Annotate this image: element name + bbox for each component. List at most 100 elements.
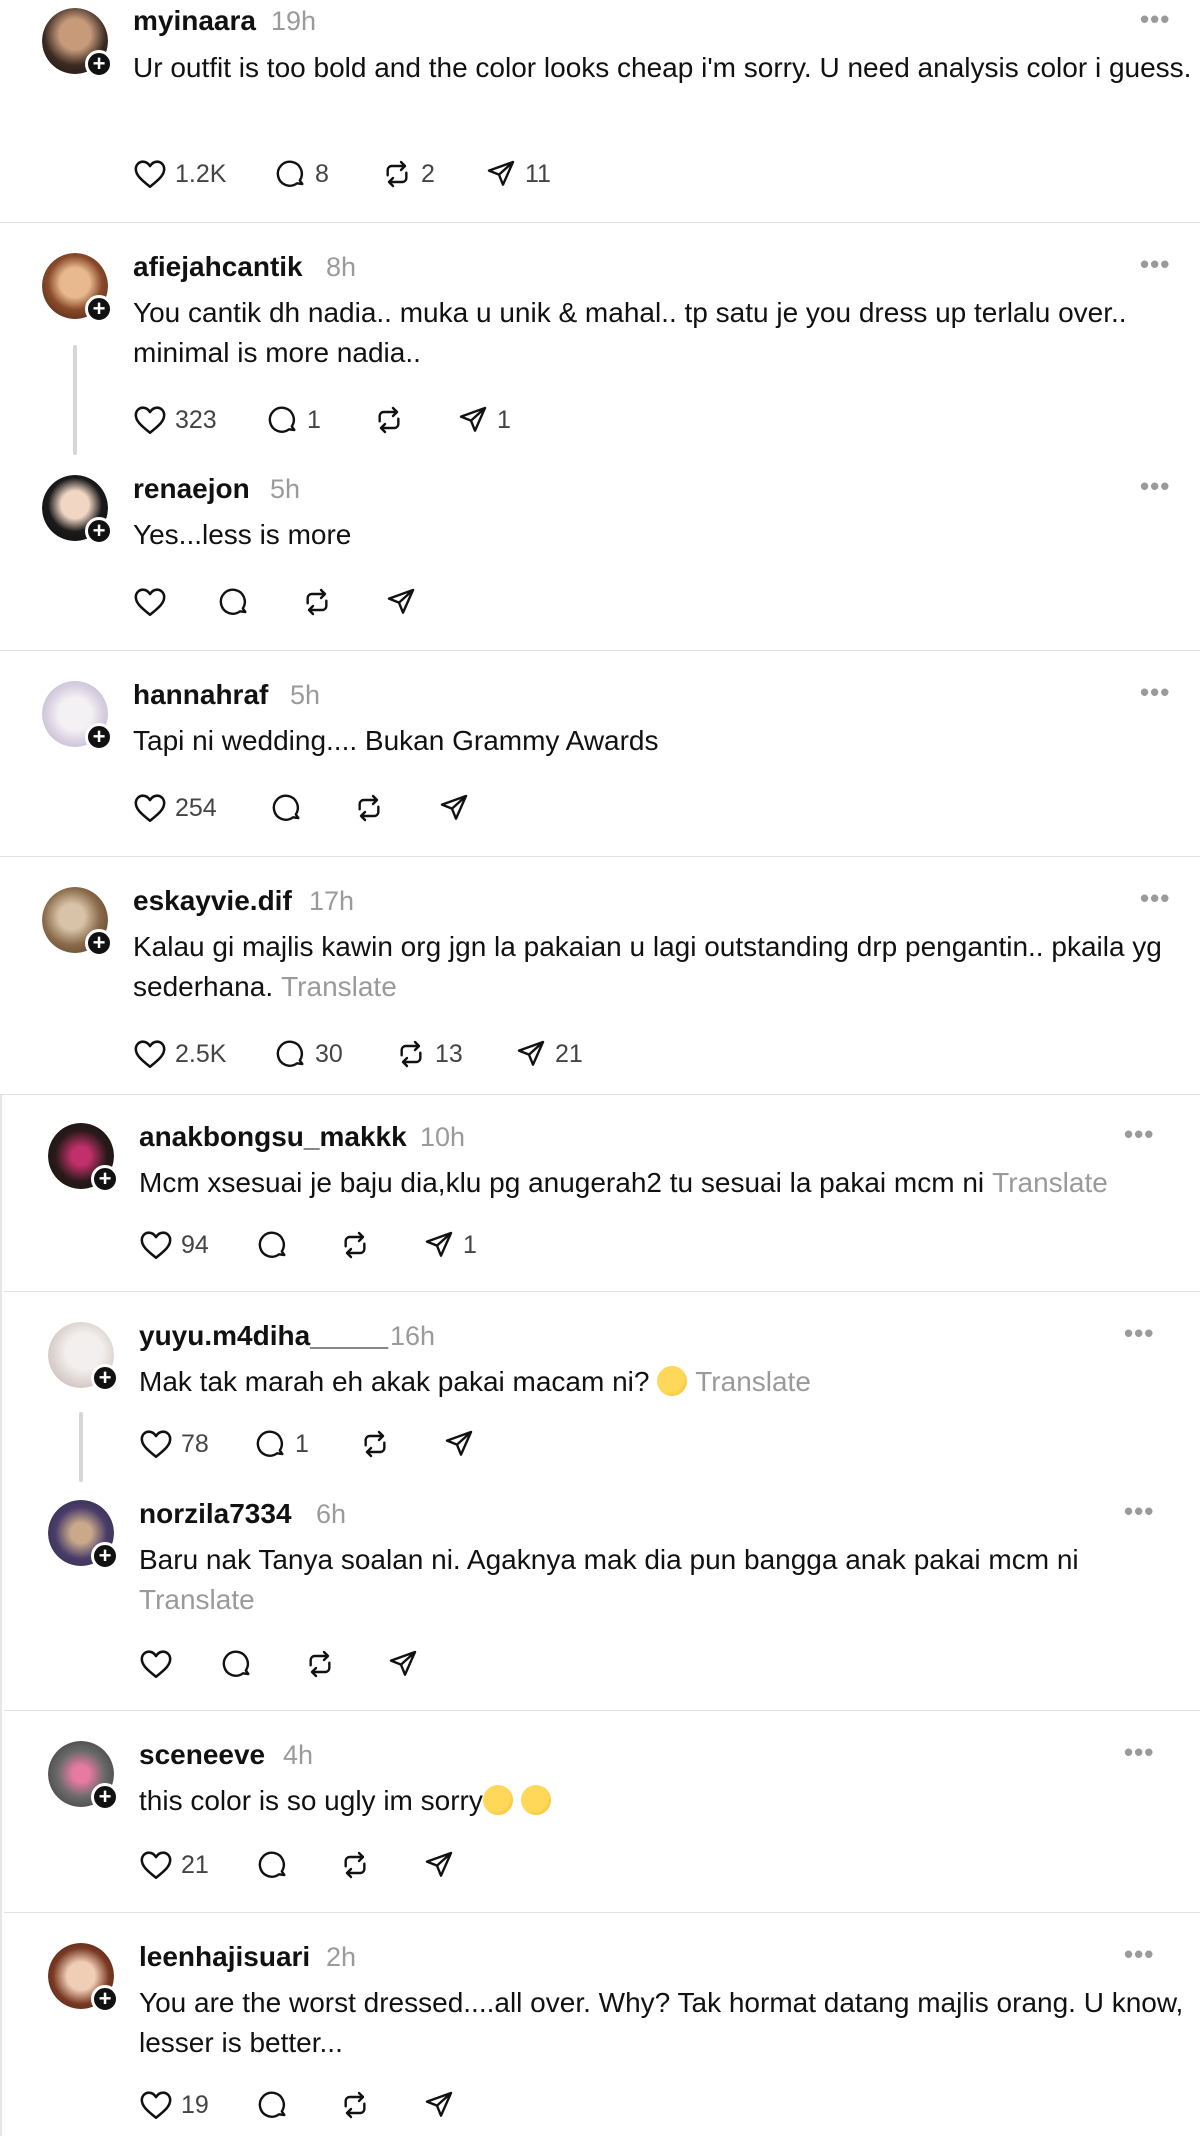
share-button[interactable]: 1 <box>457 400 511 440</box>
follow-plus-icon[interactable]: + <box>85 723 113 751</box>
repost-icon <box>344 1231 366 1259</box>
follow-plus-icon[interactable]: + <box>91 1542 119 1570</box>
timestamp: 6h <box>316 1499 347 1529</box>
like-button[interactable]: 21 <box>139 1845 209 1885</box>
like-button[interactable]: 254 <box>133 788 217 828</box>
username[interactable]: myinaara <box>133 5 256 37</box>
translate-link[interactable]: Translate <box>992 1167 1108 1198</box>
like-count: 78 <box>181 1429 209 1458</box>
share-button[interactable] <box>423 2085 455 2125</box>
translate-link[interactable]: Translate <box>281 971 397 1002</box>
timestamp: 8h <box>326 252 357 282</box>
username[interactable]: anakbongsu_makkk <box>139 1121 407 1153</box>
follow-plus-icon[interactable]: + <box>91 1985 119 2013</box>
timestamp: 17h <box>309 886 355 916</box>
username[interactable]: renaejon <box>133 473 250 505</box>
comment-post: + renaejon 5h ••• Yes...less is more <box>0 445 1200 650</box>
username[interactable]: leenhajisuari <box>139 1941 310 1973</box>
reply-button[interactable]: 8 <box>275 154 329 194</box>
username[interactable]: yuyu.m4diha_____ <box>139 1320 388 1352</box>
reply-button[interactable]: 1 <box>255 1424 309 1464</box>
share-button[interactable] <box>443 1424 475 1464</box>
repost-button[interactable]: 2 <box>381 154 435 194</box>
share-button[interactable]: 1 <box>423 1225 477 1265</box>
more-icon[interactable]: ••• <box>1124 1119 1154 1150</box>
username[interactable]: norzila7334 <box>139 1498 292 1530</box>
share-button[interactable] <box>385 582 417 622</box>
repost-icon <box>309 1650 331 1678</box>
follow-plus-icon[interactable]: + <box>85 929 113 957</box>
action-bar: 323 1 1 <box>133 400 633 440</box>
repost-button[interactable]: 13 <box>395 1034 463 1074</box>
reply-button[interactable]: 1 <box>267 400 321 440</box>
reply-button[interactable] <box>257 1225 289 1265</box>
more-icon[interactable]: ••• <box>1140 249 1170 280</box>
like-button[interactable]: 2.5K <box>133 1034 226 1074</box>
timestamp: 16h <box>390 1321 436 1351</box>
username[interactable]: eskayvie.dif <box>133 885 292 917</box>
like-button[interactable]: 78 <box>139 1424 209 1464</box>
share-button[interactable]: 21 <box>515 1034 583 1074</box>
comment-icon <box>222 1650 250 1677</box>
share-button[interactable] <box>423 1845 455 1885</box>
comment-icon <box>219 588 247 615</box>
like-count: 21 <box>181 1850 209 1879</box>
like-button[interactable]: 1.2K <box>133 154 226 194</box>
comment-text: Ur outfit is too bold and the color look… <box>133 52 1192 83</box>
more-icon[interactable]: ••• <box>1140 471 1170 502</box>
share-button[interactable] <box>387 1644 419 1684</box>
repost-button[interactable] <box>373 400 413 440</box>
username[interactable]: hannahraf <box>133 679 268 711</box>
comment-post: + afiejahcantik 8h ••• You cantik dh nad… <box>0 223 1200 445</box>
username[interactable]: sceneeve <box>139 1739 265 1771</box>
share-count: 21 <box>555 1039 583 1068</box>
heart-icon <box>140 1851 172 1880</box>
translate-link[interactable]: Translate <box>695 1366 811 1397</box>
repost-button[interactable] <box>301 582 333 622</box>
share-icon <box>387 588 415 614</box>
share-button[interactable] <box>438 788 470 828</box>
like-count: 19 <box>181 2090 209 2119</box>
repost-button[interactable] <box>304 1644 336 1684</box>
repost-icon <box>358 794 380 822</box>
more-icon[interactable]: ••• <box>1140 4 1170 35</box>
reply-button[interactable] <box>271 788 303 828</box>
action-bar: 94 1 <box>139 1225 639 1265</box>
follow-plus-icon[interactable]: + <box>85 50 113 78</box>
reply-button[interactable]: 30 <box>275 1034 343 1074</box>
reply-button[interactable] <box>218 582 250 622</box>
repost-button[interactable] <box>353 788 385 828</box>
repost-button[interactable] <box>339 2085 371 2125</box>
translate-link[interactable]: Translate <box>139 1584 255 1615</box>
timestamp: 10h <box>420 1122 466 1152</box>
reply-button[interactable] <box>257 2085 289 2125</box>
repost-button[interactable] <box>339 1225 371 1265</box>
like-button[interactable]: 323 <box>133 400 217 440</box>
repost-button[interactable] <box>339 1845 371 1885</box>
heart-icon <box>134 588 166 617</box>
reply-button[interactable] <box>221 1644 253 1684</box>
username[interactable]: afiejahcantik <box>133 251 303 283</box>
more-icon[interactable]: ••• <box>1140 883 1170 914</box>
like-button[interactable] <box>139 1644 173 1684</box>
more-icon[interactable]: ••• <box>1124 1737 1154 1768</box>
share-button[interactable]: 11 <box>485 154 551 194</box>
comment-text: Tapi ni wedding.... Bukan Grammy Awards <box>133 725 659 756</box>
like-button[interactable] <box>133 582 167 622</box>
more-icon[interactable]: ••• <box>1124 1318 1154 1349</box>
follow-plus-icon[interactable]: + <box>85 295 113 323</box>
repost-count: 13 <box>435 1039 463 1068</box>
reply-button[interactable] <box>257 1845 289 1885</box>
more-icon[interactable]: ••• <box>1124 1496 1154 1527</box>
like-button[interactable]: 94 <box>139 1225 209 1265</box>
more-icon[interactable]: ••• <box>1140 677 1170 708</box>
more-icon[interactable]: ••• <box>1124 1939 1154 1970</box>
like-button[interactable]: 19 <box>139 2085 209 2125</box>
follow-plus-icon[interactable]: + <box>85 517 113 545</box>
follow-plus-icon[interactable]: + <box>91 1165 119 1193</box>
comment-post: + anakbongsu_makkk 10h ••• Mcm xsesuai j… <box>0 1095 1200 1291</box>
repost-button[interactable] <box>359 1424 391 1464</box>
action-bar: 1.2K 8 2 11 <box>133 154 633 194</box>
follow-plus-icon[interactable]: + <box>91 1783 119 1811</box>
follow-plus-icon[interactable]: + <box>91 1364 119 1392</box>
